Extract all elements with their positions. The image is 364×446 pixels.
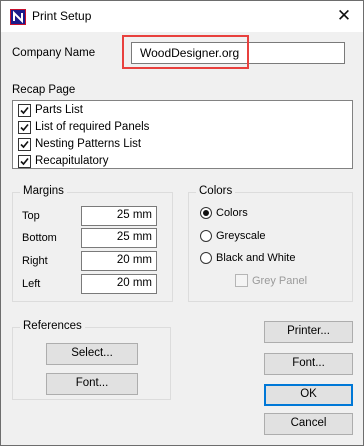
checkbox-nesting-patterns[interactable] [18,137,31,151]
margins-group: Margins Top 25 mm Bottom 25 mm Right 20 … [12,185,173,302]
checkbox-grey-panel [235,274,248,287]
recap-item-required-panels[interactable]: List of required Panels [18,119,149,135]
company-name-label: Company Name [12,47,96,59]
colors-group: Colors Colors Greyscale Black and White … [188,185,353,302]
radio-greyscale[interactable] [200,230,212,242]
color-option-greyscale[interactable]: Greyscale [200,230,266,242]
checkbox-required-panels[interactable] [18,120,31,134]
color-option-label: Black and White [216,252,296,264]
radio-black-white[interactable] [200,252,212,264]
font-button[interactable]: Font... [264,353,353,375]
print-setup-dialog: Print Setup ✕ Company Name WoodDesigner.… [0,0,364,446]
recap-item-label: Recapitulatory [35,155,109,167]
window-title: Print Setup [32,9,92,23]
printer-button[interactable]: Printer... [264,321,353,343]
margins-group-title: Margins [20,185,67,197]
references-group-title: References [20,320,85,332]
recap-page-label: Recap Page [12,84,76,96]
company-name-highlight [122,35,249,69]
checkbox-recapitulatory[interactable] [18,154,31,168]
margin-right-input[interactable]: 20 mm [81,251,157,271]
grey-panel-label: Grey Panel [252,274,308,287]
color-option-label: Colors [216,207,248,219]
checkbox-parts-list[interactable] [18,103,31,117]
ok-button[interactable]: OK [264,384,353,406]
recap-item-label: Nesting Patterns List [35,138,142,150]
radio-colors-selected[interactable] [200,207,212,219]
grey-panel-option: Grey Panel [235,274,307,287]
title-bar: Print Setup ✕ [1,1,363,32]
color-option-black-white[interactable]: Black and White [200,252,295,264]
margin-left-label: Left [22,278,41,290]
colors-group-title: Colors [196,185,236,197]
close-icon[interactable]: ✕ [333,5,355,27]
recap-item-recapitulatory[interactable]: Recapitulatory [18,153,109,169]
cancel-button[interactable]: Cancel [264,413,353,435]
app-logo-icon [10,9,26,25]
recap-item-nesting-patterns[interactable]: Nesting Patterns List [18,136,141,152]
color-option-label: Greyscale [216,230,266,242]
references-group: References Select... Font... [12,320,171,400]
margin-bottom-label: Bottom [22,232,57,244]
color-option-colors[interactable]: Colors [200,207,248,219]
references-font-button[interactable]: Font... [46,373,138,395]
margin-right-label: Right [22,255,48,267]
margin-bottom-input[interactable]: 25 mm [81,228,157,248]
references-select-button[interactable]: Select... [46,343,138,365]
recap-item-label: Parts List [35,104,83,116]
recap-item-parts-list[interactable]: Parts List [18,102,83,118]
recap-page-list: Parts List List of required Panels Nesti… [12,100,353,169]
margin-top-input[interactable]: 25 mm [81,206,157,226]
recap-item-label: List of required Panels [35,121,150,133]
margin-top-label: Top [22,210,40,222]
margin-left-input[interactable]: 20 mm [81,274,157,294]
